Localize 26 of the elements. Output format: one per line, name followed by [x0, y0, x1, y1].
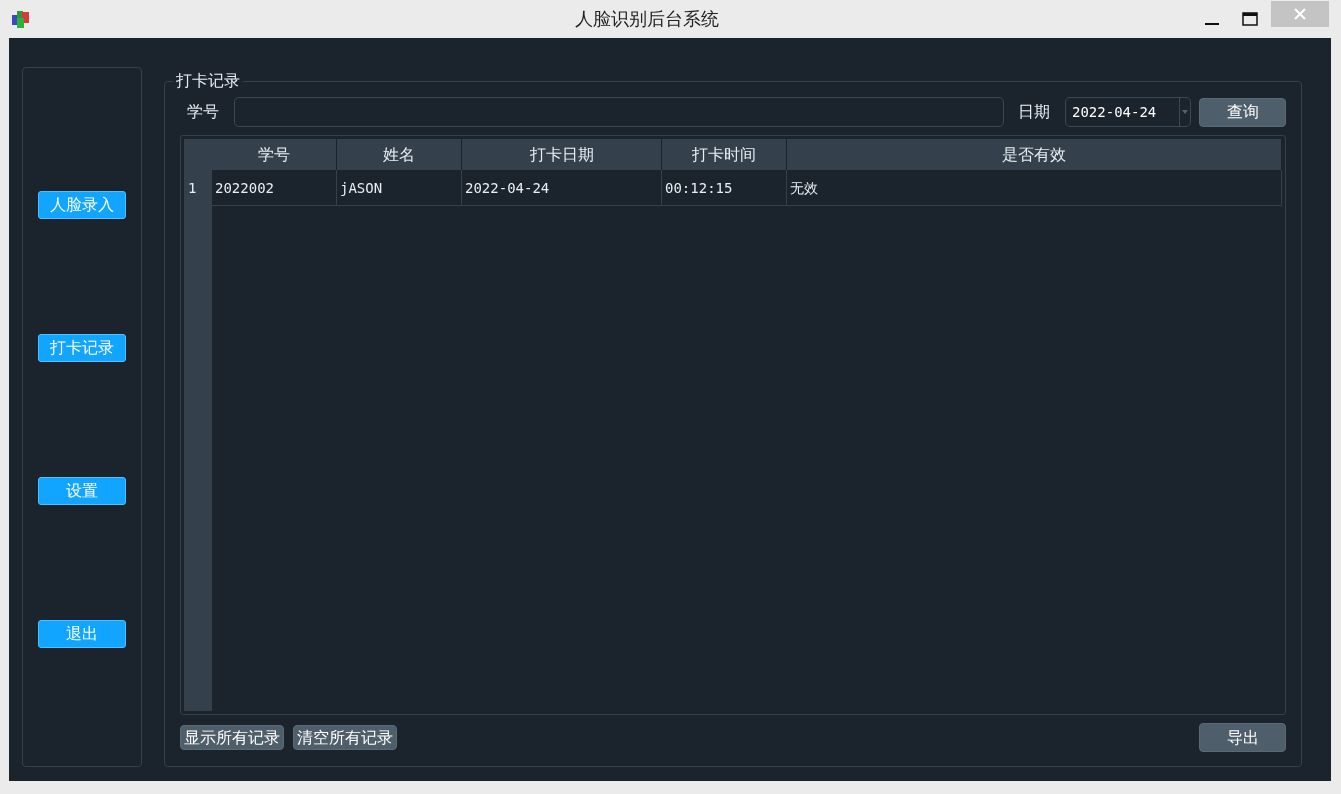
column-header[interactable]: 是否有效: [787, 139, 1282, 170]
table-cell: 2022-04-24: [462, 170, 662, 206]
column-header[interactable]: 打卡时间: [662, 139, 787, 170]
column-header[interactable]: 打卡日期: [462, 139, 662, 170]
table-cell: 2022002: [212, 170, 337, 206]
window-title: 人脸识别后台系统: [574, 7, 719, 31]
minimize-icon: [1205, 23, 1219, 25]
footer-button[interactable]: 显示所有记录: [180, 725, 284, 750]
footer-button[interactable]: 清空所有记录: [293, 725, 397, 750]
group-title: 打卡记录: [173, 71, 243, 91]
close-icon: [1294, 7, 1306, 20]
student-id-field[interactable]: [234, 97, 1004, 127]
table-cell: 无效: [787, 170, 1282, 206]
export-button[interactable]: 导出: [1199, 723, 1286, 752]
date-field[interactable]: 2022-04-24: [1065, 97, 1191, 127]
date-label: 日期: [1018, 101, 1050, 123]
maximize-icon: [1242, 11, 1258, 26]
query-button[interactable]: 查询: [1199, 97, 1286, 127]
table-cell: 00:12:15: [662, 170, 787, 206]
column-header[interactable]: 姓名: [337, 139, 462, 170]
student-id-label: 学号: [187, 101, 219, 123]
column-header[interactable]: 学号: [212, 139, 337, 170]
dropdown-arrow-icon: [1182, 110, 1188, 114]
table-cell: jASON: [337, 170, 462, 206]
app-cube-icon: [12, 9, 29, 28]
row-number: 1: [184, 170, 212, 206]
